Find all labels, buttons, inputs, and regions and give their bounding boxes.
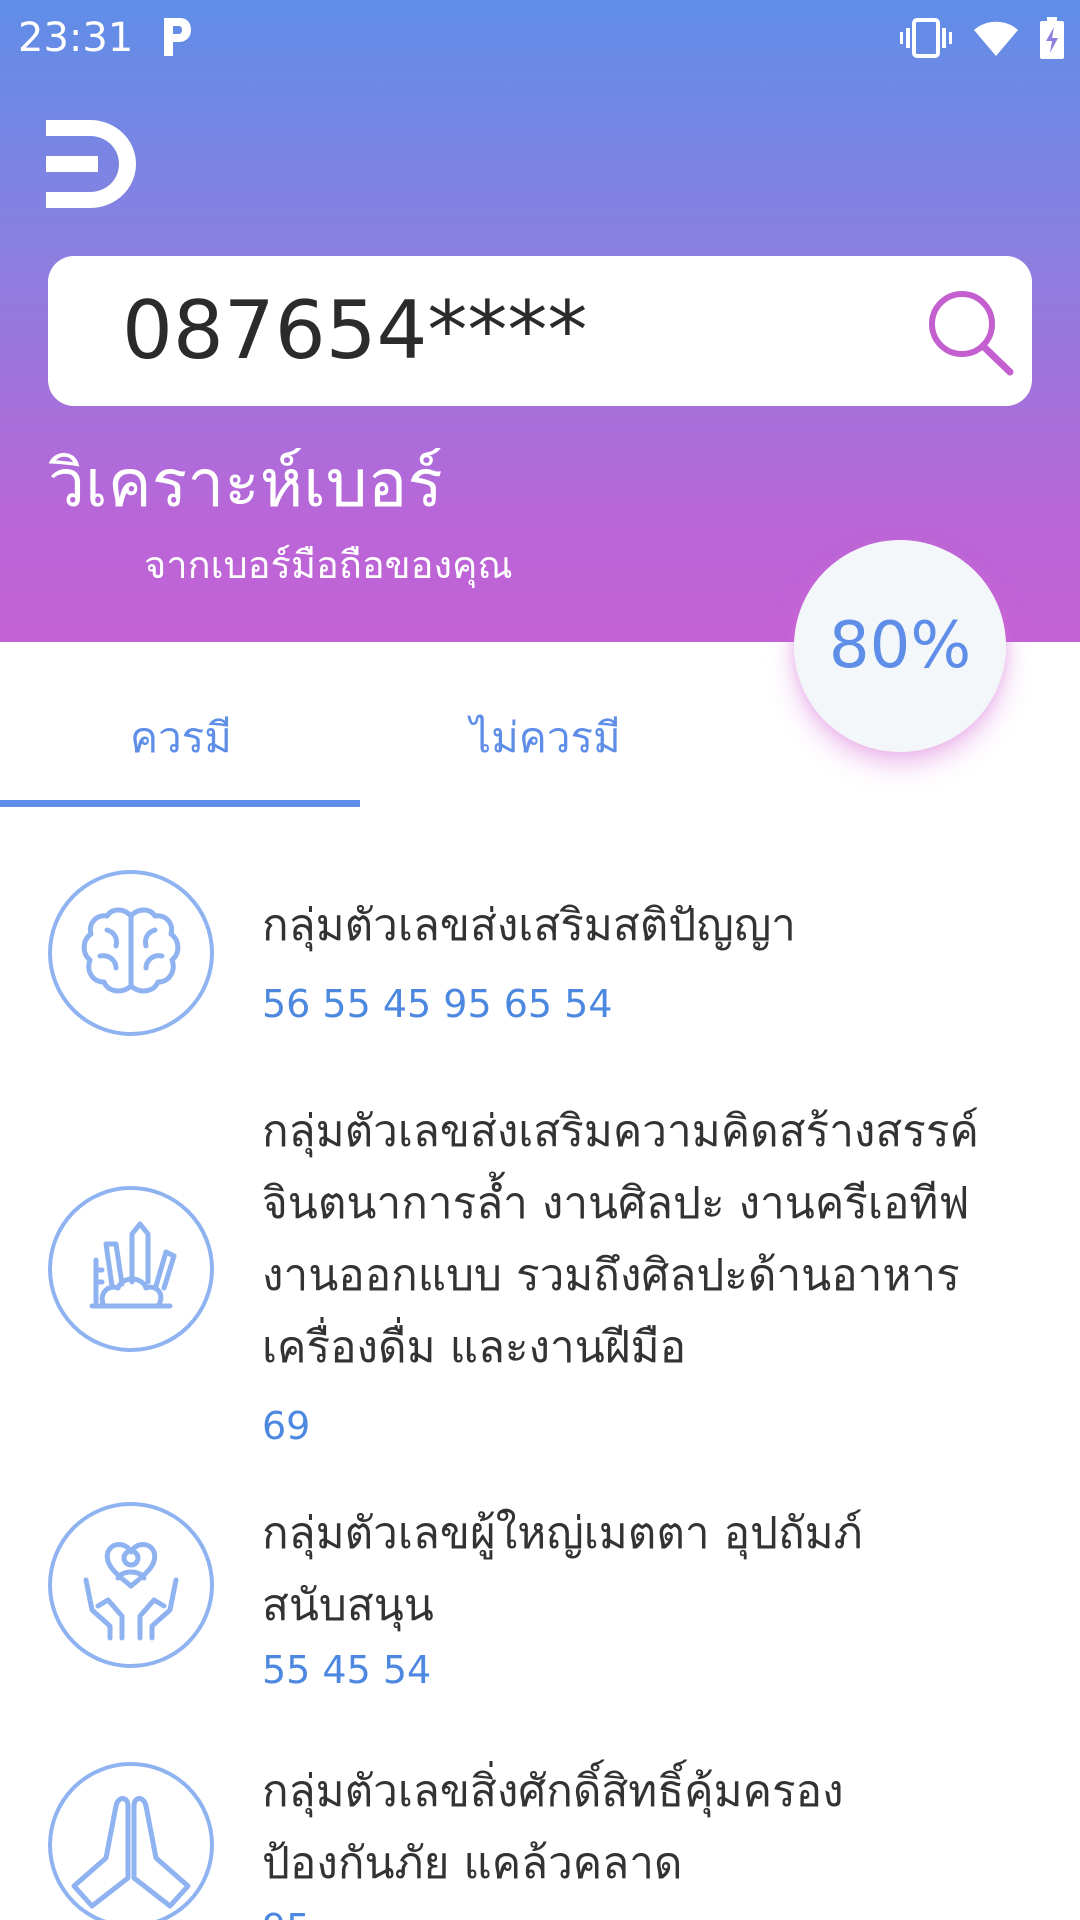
- brain-icon: [48, 870, 214, 1036]
- status-bar: 23:31: [0, 0, 1080, 76]
- tab-should-not-have[interactable]: ไม่ควรมี: [470, 710, 621, 766]
- item-line: ป้องกันภัย แคล้วคลาด: [262, 1838, 683, 1889]
- item-numbers: 69: [262, 1404, 311, 1448]
- search-input[interactable]: [122, 286, 822, 376]
- list-item[interactable]: กลุ่มตัวเลขผู้ใหญ่เมตตา อุปถัมภ์ สนับสนุ…: [0, 1498, 1080, 1708]
- item-description: กลุ่มตัวเลขสิ่งศักดิ์สิทธิ์คุ้มครอง ป้อง…: [262, 1756, 1042, 1900]
- tab-should-have[interactable]: ควรมี: [130, 710, 232, 766]
- item-numbers: 56 55 45 95 65 54: [262, 982, 613, 1026]
- item-description: กลุ่มตัวเลขผู้ใหญ่เมตตา อุปถัมภ์ สนับสนุ…: [262, 1498, 1042, 1642]
- parking-p-icon: [164, 18, 191, 56]
- status-icons: [900, 14, 1064, 62]
- list-item[interactable]: กลุ่มตัวเลขสิ่งศักดิ์สิทธิ์คุ้มครอง ป้อง…: [0, 1756, 1080, 1920]
- tab-bar: ควรมี ไม่ควรมี: [0, 642, 1080, 808]
- item-line: งานออกแบบ รวมถึงศิลปะด้านอาหาร: [262, 1250, 960, 1301]
- item-line: สนับสนุน: [262, 1580, 434, 1631]
- search-bar: [48, 256, 1032, 406]
- list-item[interactable]: กลุ่มตัวเลขส่งเสริมความคิดสร้างสรรค์ จิน…: [0, 1096, 1080, 1456]
- praying-hands-icon: [48, 1762, 214, 1920]
- item-numbers: 55 45 54: [262, 1648, 432, 1692]
- search-icon: [929, 291, 1014, 376]
- item-line: กลุ่มตัวเลขสิ่งศักดิ์สิทธิ์คุ้มครอง: [262, 1766, 844, 1817]
- item-line: กลุ่มตัวเลขส่งเสริมสติปัญญา: [262, 900, 796, 951]
- search-button[interactable]: [922, 286, 1020, 376]
- art-supplies-icon: [48, 1186, 214, 1352]
- battery-charging-icon: [1040, 17, 1064, 59]
- page-title: วิเคราะห์เบอร์: [48, 445, 443, 522]
- page-subtitle: จากเบอร์มือถือของคุณ: [144, 543, 513, 587]
- item-description: กลุ่มตัวเลขส่งเสริมสติปัญญา: [262, 890, 1042, 962]
- caring-hands-icon: [48, 1502, 214, 1668]
- item-line: เครื่องดื่ม และงานฝีมือ: [262, 1322, 687, 1373]
- list-item[interactable]: กลุ่มตัวเลขส่งเสริมสติปัญญา 56 55 45 95 …: [0, 870, 1080, 1040]
- item-line: จินตนาการล้ำ งานศิลปะ งานครีเอทีฟ: [262, 1178, 970, 1229]
- wifi-icon: [974, 21, 1018, 56]
- item-line: กลุ่มตัวเลขผู้ใหญ่เมตตา อุปถัมภ์: [262, 1508, 863, 1559]
- status-time: 23:31: [18, 15, 134, 61]
- d-logo-icon: [46, 120, 136, 208]
- item-description: กลุ่มตัวเลขส่งเสริมความคิดสร้างสรรค์ จิน…: [262, 1096, 1042, 1384]
- active-tab-indicator: [0, 800, 360, 807]
- vibrate-icon: [900, 18, 952, 58]
- item-line: กลุ่มตัวเลขส่งเสริมความคิดสร้างสรรค์: [262, 1106, 979, 1157]
- item-numbers: 95: [262, 1902, 310, 1920]
